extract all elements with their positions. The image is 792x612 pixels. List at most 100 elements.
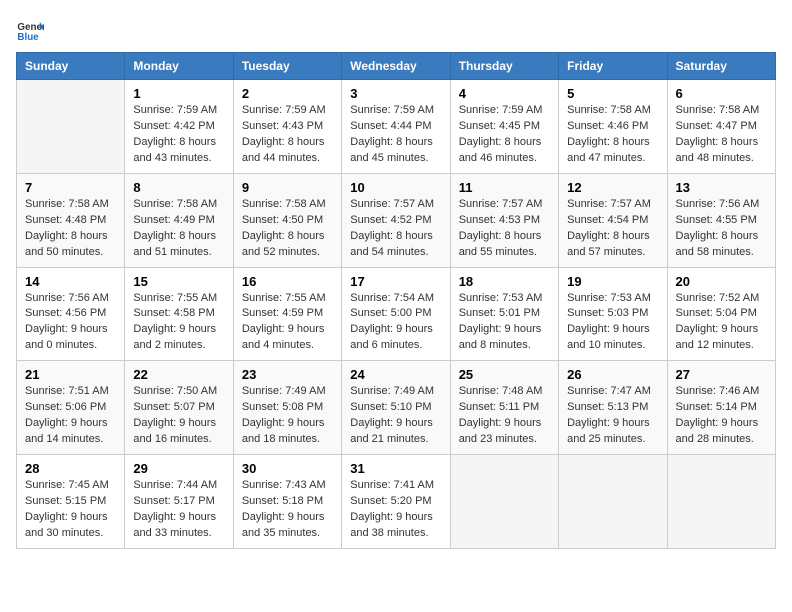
day-info-line: Sunset: 4:42 PM <box>133 119 224 135</box>
header-tuesday: Tuesday <box>233 53 341 80</box>
day-info-line: Sunrise: 7:59 AM <box>133 103 224 119</box>
header-friday: Friday <box>559 53 667 80</box>
day-number: 28 <box>25 461 116 476</box>
header-sunday: Sunday <box>17 53 125 80</box>
day-info-line: Sunrise: 7:58 AM <box>242 197 333 213</box>
day-info-line: Sunset: 4:44 PM <box>350 119 441 135</box>
day-number: 8 <box>133 180 224 195</box>
day-info-line: Daylight: 9 hours and 4 minutes. <box>242 322 333 354</box>
day-info-line: Sunset: 4:45 PM <box>459 119 550 135</box>
svg-text:Blue: Blue <box>17 32 39 43</box>
day-info-line: Sunset: 4:48 PM <box>25 213 116 229</box>
day-info-line: Daylight: 8 hours and 47 minutes. <box>567 135 658 167</box>
day-info-line: Sunrise: 7:49 AM <box>350 384 441 400</box>
calendar-cell: 15Sunrise: 7:55 AMSunset: 4:58 PMDayligh… <box>125 267 233 361</box>
day-info-line: Sunset: 5:14 PM <box>676 400 767 416</box>
day-number: 26 <box>567 367 658 382</box>
calendar-cell: 28Sunrise: 7:45 AMSunset: 5:15 PMDayligh… <box>17 455 125 549</box>
day-info-line: Sunrise: 7:58 AM <box>25 197 116 213</box>
day-info-line: Daylight: 8 hours and 57 minutes. <box>567 229 658 261</box>
calendar-cell <box>450 455 558 549</box>
week-row-5: 28Sunrise: 7:45 AMSunset: 5:15 PMDayligh… <box>17 455 776 549</box>
day-number: 17 <box>350 274 441 289</box>
day-number: 22 <box>133 367 224 382</box>
day-info-line: Sunrise: 7:49 AM <box>242 384 333 400</box>
day-info-line: Sunset: 5:15 PM <box>25 494 116 510</box>
calendar-cell: 17Sunrise: 7:54 AMSunset: 5:00 PMDayligh… <box>342 267 450 361</box>
day-info-line: Daylight: 9 hours and 35 minutes. <box>242 510 333 542</box>
day-number: 23 <box>242 367 333 382</box>
day-number: 4 <box>459 86 550 101</box>
day-number: 14 <box>25 274 116 289</box>
calendar-cell: 16Sunrise: 7:55 AMSunset: 4:59 PMDayligh… <box>233 267 341 361</box>
day-info-line: Sunrise: 7:48 AM <box>459 384 550 400</box>
day-info-line: Sunrise: 7:59 AM <box>350 103 441 119</box>
calendar-cell: 5Sunrise: 7:58 AMSunset: 4:46 PMDaylight… <box>559 80 667 174</box>
day-info-line: Sunset: 5:20 PM <box>350 494 441 510</box>
day-number: 3 <box>350 86 441 101</box>
day-number: 18 <box>459 274 550 289</box>
day-info-line: Sunrise: 7:57 AM <box>350 197 441 213</box>
day-number: 7 <box>25 180 116 195</box>
day-number: 6 <box>676 86 767 101</box>
calendar-cell: 1Sunrise: 7:59 AMSunset: 4:42 PMDaylight… <box>125 80 233 174</box>
day-info-line: Daylight: 9 hours and 0 minutes. <box>25 322 116 354</box>
day-info-line: Sunset: 5:04 PM <box>676 306 767 322</box>
day-info-line: Sunrise: 7:57 AM <box>459 197 550 213</box>
day-info-line: Sunrise: 7:58 AM <box>676 103 767 119</box>
calendar-cell: 9 Sunrise: 7:58 AMSunset: 4:50 PMDaylight… <box>233 173 341 267</box>
day-info-line: Sunrise: 7:58 AM <box>133 197 224 213</box>
day-info-line: Daylight: 9 hours and 12 minutes. <box>676 322 767 354</box>
day-info-line: Daylight: 9 hours and 23 minutes. <box>459 416 550 448</box>
day-number: 11 <box>459 180 550 195</box>
day-number: 20 <box>676 274 767 289</box>
day-info-line: Sunset: 5:10 PM <box>350 400 441 416</box>
day-number: 29 <box>133 461 224 476</box>
day-number: 13 <box>676 180 767 195</box>
logo-icon: General Blue <box>16 16 44 44</box>
day-info-line: Daylight: 9 hours and 33 minutes. <box>133 510 224 542</box>
day-info-line: Daylight: 9 hours and 14 minutes. <box>25 416 116 448</box>
week-row-4: 21Sunrise: 7:51 AMSunset: 5:06 PMDayligh… <box>17 361 776 455</box>
day-info-line: Sunset: 4:58 PM <box>133 306 224 322</box>
day-info-line: Sunrise: 7:54 AM <box>350 291 441 307</box>
day-info-line: Sunrise: 7:44 AM <box>133 478 224 494</box>
calendar-cell: 8Sunrise: 7:58 AMSunset: 4:49 PMDaylight… <box>125 173 233 267</box>
day-info-line: Sunset: 5:13 PM <box>567 400 658 416</box>
day-number: 2 <box>242 86 333 101</box>
header-monday: Monday <box>125 53 233 80</box>
day-info-line: Sunset: 4:50 PM <box>242 213 333 229</box>
day-number: 15 <box>133 274 224 289</box>
day-info-line: Sunset: 4:53 PM <box>459 213 550 229</box>
day-info-line: Daylight: 8 hours and 52 minutes. <box>242 229 333 261</box>
calendar-cell: 22Sunrise: 7:50 AMSunset: 5:07 PMDayligh… <box>125 361 233 455</box>
day-info-line: Sunrise: 7:55 AM <box>133 291 224 307</box>
calendar-table: SundayMondayTuesdayWednesdayThursdayFrid… <box>16 52 776 549</box>
calendar-cell <box>667 455 775 549</box>
day-number: 9 <box>242 180 333 195</box>
day-info-line: Sunrise: 7:51 AM <box>25 384 116 400</box>
day-info-line: Daylight: 9 hours and 8 minutes. <box>459 322 550 354</box>
calendar-cell: 18Sunrise: 7:53 AMSunset: 5:01 PMDayligh… <box>450 267 558 361</box>
day-info-line: Sunrise: 7:43 AM <box>242 478 333 494</box>
calendar-cell: 2Sunrise: 7:59 AMSunset: 4:43 PMDaylight… <box>233 80 341 174</box>
day-info-line: Sunset: 5:18 PM <box>242 494 333 510</box>
day-info-line: Sunset: 4:54 PM <box>567 213 658 229</box>
calendar-cell: 12Sunrise: 7:57 AMSunset: 4:54 PMDayligh… <box>559 173 667 267</box>
day-info-line: Sunrise: 7:50 AM <box>133 384 224 400</box>
day-info-line: Daylight: 8 hours and 45 minutes. <box>350 135 441 167</box>
calendar-header-row: SundayMondayTuesdayWednesdayThursdayFrid… <box>17 53 776 80</box>
page-header: General Blue <box>16 16 776 44</box>
calendar-cell: 31Sunrise: 7:41 AMSunset: 5:20 PMDayligh… <box>342 455 450 549</box>
day-info-line: Sunset: 4:59 PM <box>242 306 333 322</box>
calendar-cell: 29Sunrise: 7:44 AMSunset: 5:17 PMDayligh… <box>125 455 233 549</box>
calendar-cell: 4Sunrise: 7:59 AMSunset: 4:45 PMDaylight… <box>450 80 558 174</box>
day-info-line: Sunrise: 7:47 AM <box>567 384 658 400</box>
day-info-line: Sunset: 4:47 PM <box>676 119 767 135</box>
day-info-line: Sunrise: 7:56 AM <box>25 291 116 307</box>
calendar-cell <box>559 455 667 549</box>
day-number: 16 <box>242 274 333 289</box>
week-row-2: 7Sunrise: 7:58 AMSunset: 4:48 PMDaylight… <box>17 173 776 267</box>
day-info-line: Sunrise: 7:58 AM <box>567 103 658 119</box>
calendar-cell: 3 Sunrise: 7:59 AMSunset: 4:44 PMDaylight… <box>342 80 450 174</box>
